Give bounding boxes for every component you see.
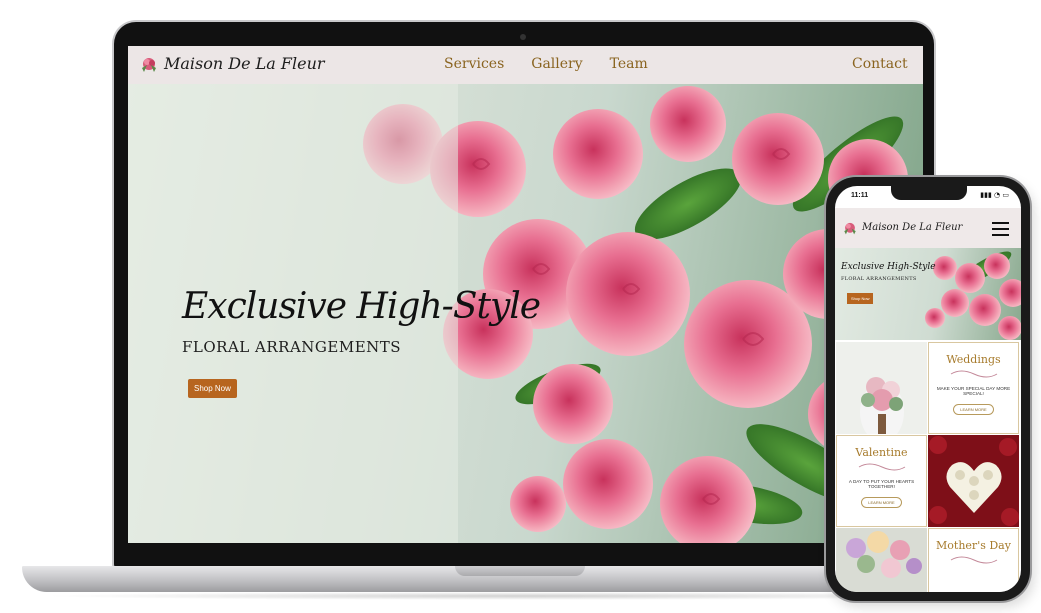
mobile-brand[interactable]: Maison De La Fleur <box>841 218 962 236</box>
mobile-website: 11:11 ▮▮▮ ◔ ▭ Maison De La Fleur Exclusi… <box>835 186 1021 592</box>
laptop-frame: Maison De La Fleur Services Gallery Team… <box>114 22 934 570</box>
service-card-mothers-day: Mother's Day <box>928 528 1019 592</box>
hero-section: Exclusive High-Style FLORAL ARRANGEMENTS… <box>128 84 923 543</box>
mothers-day-bouquet-image <box>836 528 927 592</box>
mobile-hero-subheadline: FLORAL ARRANGEMENTS <box>841 276 917 282</box>
rose-logo-icon <box>844 222 856 235</box>
hero-subheadline: FLORAL ARRANGEMENTS <box>182 338 402 356</box>
valentine-desc: A DAY TO PUT YOUR HEARTS TOGETHER! <box>848 479 915 489</box>
flourish-icon <box>950 556 997 564</box>
rose-logo-icon <box>142 58 156 72</box>
phone-frame: 11:11 ▮▮▮ ◔ ▭ Maison De La Fleur Exclusi… <box>826 177 1030 601</box>
mobile-hero-headline: Exclusive High-Style <box>841 262 936 272</box>
mobile-navbar: Maison De La Fleur <box>835 208 1021 248</box>
laptop-camera <box>520 34 526 40</box>
flourish-icon <box>858 463 905 471</box>
status-signal-icon: ▮▮▮ ◔ ▭ <box>980 191 1009 199</box>
weddings-learn-more-button[interactable]: LEARN MORE <box>953 404 994 415</box>
nav-link-contact[interactable]: Contact <box>852 56 908 72</box>
brand-name: Maison De La Fleur <box>164 53 325 73</box>
service-card-weddings: Weddings MAKE YOUR SPECIAL DAY MORE SPEC… <box>928 342 1019 434</box>
nav-link-services[interactable]: Services <box>444 56 504 72</box>
mothers-day-title: Mother's Day <box>936 539 1011 552</box>
nav-links: Services Gallery Team <box>444 56 648 72</box>
mobile-brand-name: Maison De La Fleur <box>862 221 963 233</box>
desktop-website: Maison De La Fleur Services Gallery Team… <box>128 46 923 543</box>
hero-headline: Exclusive High-Style <box>182 286 541 327</box>
laptop-trackpad-notch <box>455 566 585 576</box>
valentine-learn-more-button[interactable]: LEARN MORE <box>861 497 902 508</box>
flourish-icon <box>950 370 997 378</box>
shop-now-button[interactable]: Shop Now <box>188 379 237 398</box>
status-time: 11:11 <box>851 192 869 199</box>
wedding-bouquet-image <box>836 342 927 434</box>
weddings-desc: MAKE YOUR SPECIAL DAY MORE SPECIAL! <box>936 386 1011 396</box>
phone-notch <box>891 186 967 200</box>
brand[interactable]: Maison De La Fleur <box>138 52 325 74</box>
valentine-roses-image <box>928 435 1019 527</box>
service-card-valentine: Valentine A DAY TO PUT YOUR HEARTS TOGET… <box>836 435 927 527</box>
valentine-title: Valentine <box>855 446 908 459</box>
nav-link-gallery[interactable]: Gallery <box>531 56 582 72</box>
nav-link-team[interactable]: Team <box>610 56 648 72</box>
mobile-shop-now-button[interactable]: Shop Now <box>847 293 874 304</box>
site-navbar: Maison De La Fleur Services Gallery Team… <box>128 46 923 84</box>
hamburger-menu-icon[interactable] <box>992 222 1009 240</box>
weddings-title: Weddings <box>946 353 1001 366</box>
mobile-hero: Exclusive High-Style FLORAL ARRANGEMENTS… <box>835 248 1021 340</box>
